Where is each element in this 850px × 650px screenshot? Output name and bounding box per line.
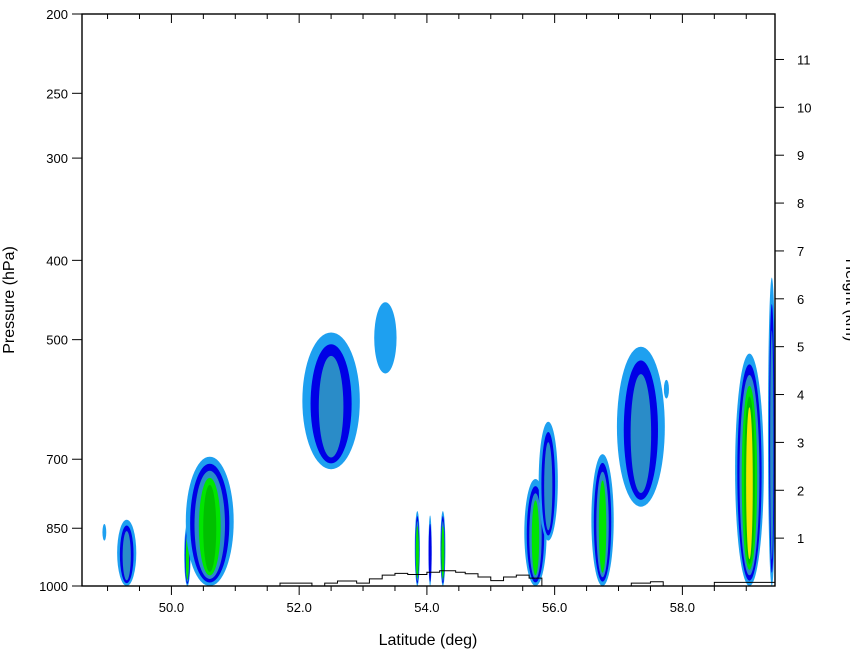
contour-level-1 xyxy=(374,302,397,374)
contour-level-3 xyxy=(318,355,344,458)
contour-cell xyxy=(374,302,397,374)
contour-level-3 xyxy=(770,330,774,560)
y-tick-label: 700 xyxy=(46,452,68,467)
contour-level-5 xyxy=(203,484,217,572)
contour-cell xyxy=(428,515,432,586)
contour-level-2 xyxy=(428,523,432,582)
contour-cell xyxy=(117,519,137,586)
contour-cell xyxy=(102,524,107,541)
y2-tick-label: 10 xyxy=(797,100,811,115)
y-axis-title: Pressure (hPa) xyxy=(1,246,18,354)
y-tick-label: 500 xyxy=(46,333,68,348)
y2-tick-label: 4 xyxy=(797,388,804,403)
y2-tick-label: 2 xyxy=(797,483,804,498)
y-tick-label: 200 xyxy=(46,7,68,22)
y2-tick-label: 9 xyxy=(797,148,804,163)
x-tick-label: 58.0 xyxy=(670,600,695,615)
contour-cell xyxy=(302,332,360,470)
y-axis-height: 1 2 3 4 5 6 7 8 9 10 11 xyxy=(775,52,811,546)
cross-section-chart: 50.0 52.0 54.0 56.0 58.0 200 250 300 400 500 700 8… xyxy=(1,7,850,649)
terrain-line xyxy=(267,570,775,587)
y-axis-pressure: 200 250 300 400 500 700 850 1000 xyxy=(39,7,82,594)
x-axis-title: Latitude (deg) xyxy=(379,632,478,649)
y2-tick-label: 5 xyxy=(797,340,804,355)
terrain-outline xyxy=(267,570,775,587)
contour-cell xyxy=(591,454,614,586)
y2-tick-label: 7 xyxy=(797,244,804,259)
contour-level-4 xyxy=(598,480,607,573)
y-tick-label: 250 xyxy=(46,86,68,101)
contour-shading xyxy=(102,277,775,586)
contour-level-1 xyxy=(663,379,669,399)
contour-cell xyxy=(616,346,665,507)
y2-tick-label: 3 xyxy=(797,435,804,450)
y-tick-label: 1000 xyxy=(39,579,68,594)
contour-cell xyxy=(185,456,234,586)
contour-level-3 xyxy=(544,442,553,531)
contour-cell xyxy=(735,353,764,586)
contour-level-6 xyxy=(746,407,753,560)
y2-tick-label: 1 xyxy=(797,531,804,546)
y2-tick-label: 11 xyxy=(797,52,811,67)
contour-cell xyxy=(663,379,669,399)
x-tick-label: 54.0 xyxy=(414,600,439,615)
y-tick-label: 300 xyxy=(46,151,68,166)
contour-cell xyxy=(440,511,446,586)
contour-cell xyxy=(538,421,558,541)
y-tick-label: 850 xyxy=(46,521,68,536)
plot-frame xyxy=(81,13,776,587)
contour-level-4 xyxy=(531,500,540,576)
y2-tick-label: 6 xyxy=(797,292,804,307)
contour-level-3 xyxy=(630,374,652,493)
x-tick-label: 50.0 xyxy=(159,600,184,615)
contour-level-1 xyxy=(102,524,107,541)
y2-axis-title: Height (km) xyxy=(842,259,850,342)
x-tick-label: 52.0 xyxy=(287,600,312,615)
x-tick-label: 56.0 xyxy=(542,600,567,615)
contour-level-4 xyxy=(415,526,419,579)
y-tick-label: 400 xyxy=(46,253,68,268)
y2-tick-label: 8 xyxy=(797,196,804,211)
contour-level-3 xyxy=(122,531,131,581)
